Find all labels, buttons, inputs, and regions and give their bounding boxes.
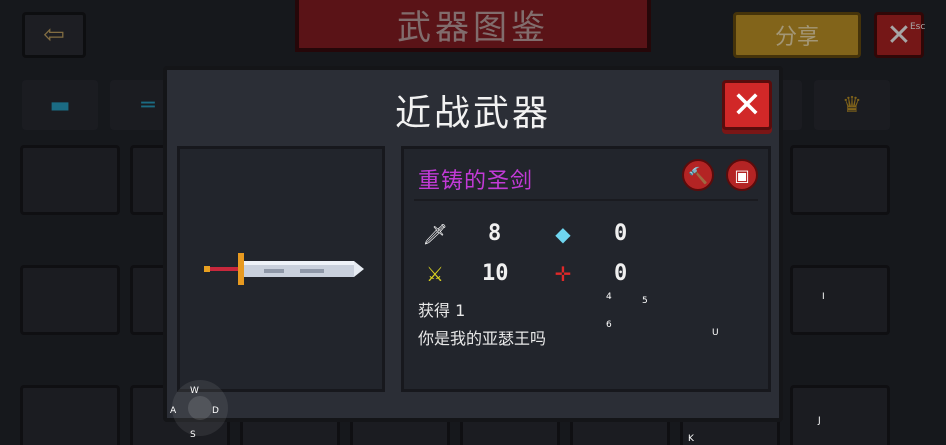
divider	[414, 199, 758, 201]
close-icon: ✕	[731, 84, 763, 126]
modal-title: 近战武器	[394, 93, 551, 134]
weapon-info-panel: 重铸的圣剑 🔨 ▣ 🗡 8 ◆ 0 ⚔ 10 ✛ 0 获得 1 你是我的亚瑟王吗	[401, 146, 771, 392]
no-hammer-icon[interactable]: 🔨	[682, 159, 714, 191]
crit-icon: ⚔	[426, 262, 444, 286]
key-hint-4: 4	[606, 292, 612, 302]
key-hint-5: 5	[642, 296, 648, 306]
weapon-preview-panel	[177, 146, 385, 392]
attack-value: 8	[488, 221, 502, 246]
key-hint-6: 6	[606, 320, 612, 330]
key-hint-a: A	[170, 406, 177, 416]
energy-value: 0	[614, 221, 628, 246]
virtual-joystick[interactable]	[172, 380, 228, 436]
forge-icon[interactable]: ▣	[726, 159, 758, 191]
crosshair-icon: ✛	[554, 262, 572, 286]
key-hint-u: U	[712, 328, 719, 338]
joystick-knob[interactable]	[188, 396, 212, 420]
key-hint-k: K	[688, 434, 694, 444]
key-hint-i: I	[822, 292, 825, 302]
accuracy-value: 0	[614, 261, 628, 286]
modal-close-button[interactable]: ✕	[722, 80, 772, 130]
key-hint-d: D	[212, 406, 219, 416]
attack-icon: 🗡	[422, 222, 448, 246]
weapon-detail-modal: 近战武器 ✕ 重铸的圣剑 🔨 ▣ 🗡 8 ◆ 0 ⚔ 10 ✛ 0 获得 1 你…	[163, 66, 783, 422]
acquire-count: 获得 1	[418, 297, 465, 321]
holy-sword-icon	[204, 253, 364, 285]
crit-value: 10	[482, 261, 509, 286]
key-hint-s: S	[190, 430, 196, 440]
weapon-name: 重铸的圣剑	[418, 169, 534, 194]
key-hint-j: J	[818, 416, 821, 426]
acquire-label: 获得	[418, 301, 451, 320]
weapon-description: 你是我的亚瑟王吗	[418, 329, 547, 348]
key-hint-w: W	[190, 386, 199, 396]
acquire-number: 1	[455, 301, 466, 320]
energy-icon: ◆	[555, 222, 571, 246]
